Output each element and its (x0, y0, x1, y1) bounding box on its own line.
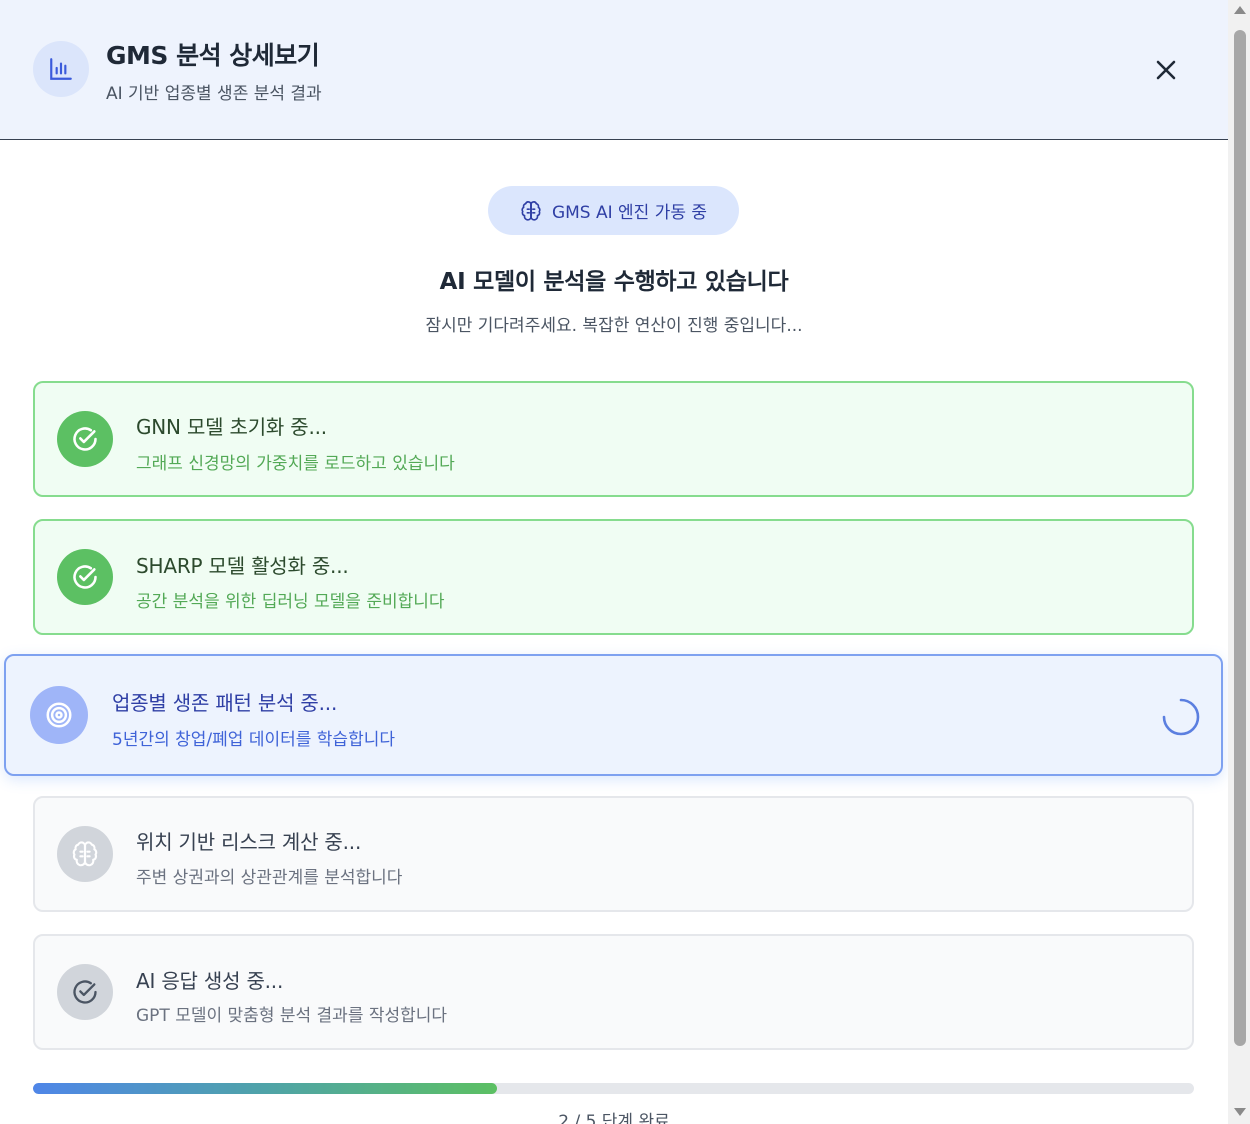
step-status-circle (57, 826, 113, 882)
scrollbar-thumb[interactable] (1234, 30, 1246, 1046)
bar-chart-icon (33, 41, 89, 97)
step-card-gnn-init: GNN 모델 초기화 중... 그래프 신경망의 가중치를 로드하고 있습니다 (33, 381, 1194, 497)
step-description: 주변 상권과의 상관관계를 분석합니다 (136, 868, 403, 888)
analysis-modal: GMS 분석 상세보기 AI 기반 업종별 생존 분석 결과 GMS AI 엔진… (0, 0, 1228, 1124)
step-status-circle (57, 549, 113, 605)
spinner-icon (1162, 698, 1200, 736)
modal-subtitle: AI 기반 업종별 생존 분석 결과 (106, 84, 322, 104)
target-icon (46, 702, 72, 728)
engine-status-badge: GMS AI 엔진 가동 중 (488, 186, 739, 235)
step-card-survival-pattern: 업종별 생존 패턴 분석 중... 5년간의 창업/폐업 데이터를 학습합니다 (4, 654, 1223, 776)
engine-status-label: GMS AI 엔진 가동 중 (551, 203, 708, 223)
step-status-circle (57, 411, 113, 467)
step-description: 공간 분석을 위한 딥러닝 모델을 준비합니다 (136, 592, 445, 612)
main-title: AI 모델이 분석을 수행하고 있습니다 (439, 269, 789, 295)
vertical-scrollbar[interactable] (1228, 0, 1250, 1124)
step-status-circle (57, 964, 113, 1020)
brain-icon (72, 841, 98, 867)
scroll-down-arrow-icon[interactable] (1234, 1108, 1246, 1116)
step-title: 위치 기반 리스크 계산 중... (136, 830, 362, 854)
step-title: GNN 모델 초기화 중... (136, 415, 327, 439)
brain-icon (521, 200, 541, 221)
modal-header: GMS 분석 상세보기 AI 기반 업종별 생존 분석 결과 (0, 0, 1228, 140)
step-status-circle (30, 686, 88, 744)
check-circle-icon (73, 427, 97, 451)
step-card-location-risk: 위치 기반 리스크 계산 중... 주변 상권과의 상관관계를 분석합니다 (33, 796, 1194, 912)
check-circle-icon (73, 565, 97, 589)
close-icon (1156, 60, 1176, 80)
step-title: SHARP 모델 활성화 중... (136, 554, 349, 578)
modal-title: GMS 분석 상세보기 (106, 41, 320, 70)
step-description: GPT 모델이 맞춤형 분석 결과를 작성합니다 (136, 1006, 448, 1026)
check-circle-icon (73, 980, 97, 1004)
scroll-up-arrow-icon[interactable] (1234, 6, 1246, 14)
step-description: 그래프 신경망의 가중치를 로드하고 있습니다 (136, 454, 455, 474)
main-subtitle: 잠시만 기다려주세요. 복잡한 연산이 진행 중입니다... (425, 316, 803, 336)
step-card-ai-response: AI 응답 생성 중... GPT 모델이 맞춤형 분석 결과를 작성합니다 (33, 934, 1194, 1050)
step-title: 업종별 생존 패턴 분석 중... (112, 691, 338, 715)
progress-bar (33, 1083, 1194, 1094)
step-title: AI 응답 생성 중... (136, 969, 284, 993)
close-button[interactable] (1148, 52, 1184, 88)
step-description: 5년간의 창업/폐업 데이터를 학습합니다 (112, 730, 395, 750)
progress-bar-fill (33, 1083, 498, 1094)
progress-label: 2 / 5 단계 완료 (558, 1112, 670, 1124)
step-card-sharp-activate: SHARP 모델 활성화 중... 공간 분석을 위한 딥러닝 모델을 준비합니… (33, 519, 1194, 635)
